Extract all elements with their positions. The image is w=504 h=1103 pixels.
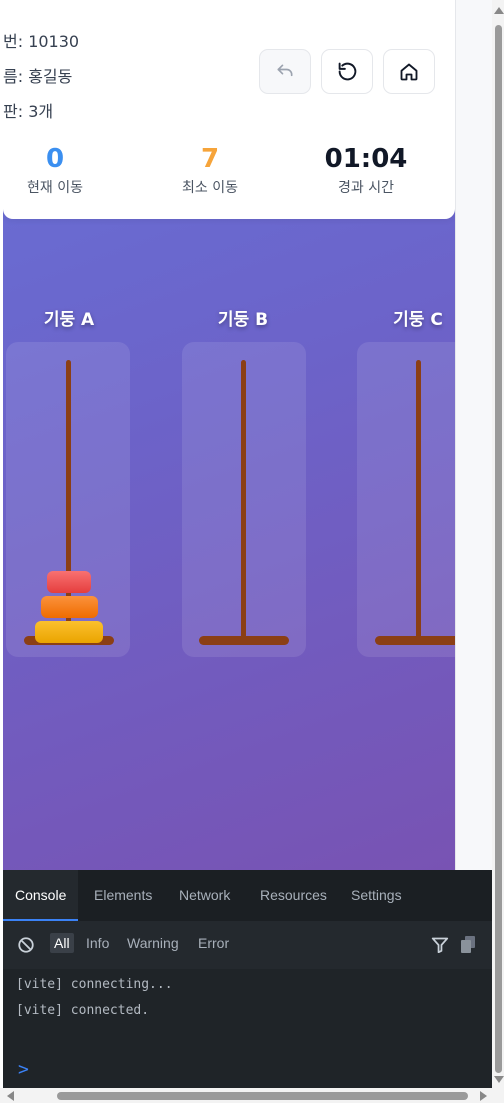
devtools-tabbar: Console Elements Network Resources Setti… (3, 870, 492, 921)
tab-elements[interactable]: Elements (94, 870, 152, 921)
tab-network[interactable]: Network (179, 870, 230, 921)
filter-info[interactable]: Info (86, 935, 109, 951)
tab-resources[interactable]: Resources (260, 870, 327, 921)
current-moves-value: 0 (45, 144, 65, 174)
peg-c-base (375, 636, 455, 645)
filter-funnel-icon[interactable] (431, 937, 449, 953)
undo-icon (277, 63, 293, 76)
vertical-scroll-thumb[interactable] (495, 25, 502, 1073)
peg-c-area[interactable] (357, 342, 455, 657)
filter-warning[interactable]: Warning (127, 935, 179, 951)
elapsed-time-value: 01:04 (324, 144, 408, 174)
disk-small[interactable] (47, 571, 91, 593)
current-moves-label: 현재 이동 (27, 180, 83, 196)
scroll-left-icon[interactable] (7, 1091, 14, 1101)
game-header-card: 번: 10130 름: 홍길동 판: 3개 0 현재 이동 7 최소 이동 01… (3, 3, 455, 219)
scroll-right-icon[interactable] (480, 1091, 487, 1101)
tab-console[interactable]: Console (3, 870, 79, 921)
copy-icon[interactable] (461, 936, 476, 953)
tab-settings[interactable]: Settings (351, 870, 402, 921)
horizontal-scroll-thumb[interactable] (57, 1092, 468, 1100)
min-moves-value: 7 (200, 144, 220, 174)
home-button[interactable] (383, 49, 435, 94)
peg-a-title: 기둥 A (43, 310, 95, 330)
hanoi-game-app: 번: 10130 름: 홍길동 판: 3개 0 현재 이동 7 최소 이동 01… (3, 3, 455, 870)
peg-c-title: 기둥 C (393, 310, 443, 330)
undo-button[interactable] (259, 49, 311, 94)
disk-count: 판: 3개 (3, 102, 54, 121)
restart-icon (338, 62, 356, 81)
elapsed-time-label: 경과 시간 (338, 180, 394, 196)
console-prompt-icon[interactable]: > (18, 1059, 29, 1080)
disk-medium[interactable] (41, 596, 98, 618)
filter-all[interactable]: All (50, 933, 74, 953)
log-line: [vite] connected. (16, 1003, 150, 1018)
disk-large[interactable] (35, 621, 103, 643)
peg-c-rod (416, 360, 421, 638)
restart-button[interactable] (321, 49, 373, 94)
devtools-filter-bar: All Info Warning Error (3, 921, 492, 969)
log-line: [vite] connecting... (16, 977, 173, 992)
filter-error[interactable]: Error (198, 935, 229, 951)
elapsed-time-stat: 01:04 경과 시간 (311, 143, 421, 197)
page-gutter (455, 0, 495, 870)
home-icon (400, 63, 418, 80)
min-moves-label: 최소 이동 (182, 180, 238, 196)
browser-viewport: 번: 10130 름: 홍길동 판: 3개 0 현재 이동 7 최소 이동 01… (0, 0, 504, 1103)
clear-console-icon[interactable] (17, 936, 35, 954)
current-moves-stat: 0 현재 이동 (3, 143, 110, 197)
peg-b-base (199, 636, 289, 645)
devtools-panel: Console Elements Network Resources Setti… (3, 870, 492, 1088)
min-moves-stat: 7 최소 이동 (155, 143, 265, 197)
student-name: 름: 홍길동 (3, 67, 73, 86)
student-number: 번: 10130 (3, 32, 80, 51)
console-log-area: [vite] connecting... [vite] connected. > (3, 969, 492, 1088)
scroll-down-icon[interactable] (494, 1076, 504, 1083)
peg-b-title: 기둥 B (217, 310, 269, 330)
peg-b-rod (241, 360, 246, 638)
scroll-up-icon[interactable] (494, 7, 504, 14)
